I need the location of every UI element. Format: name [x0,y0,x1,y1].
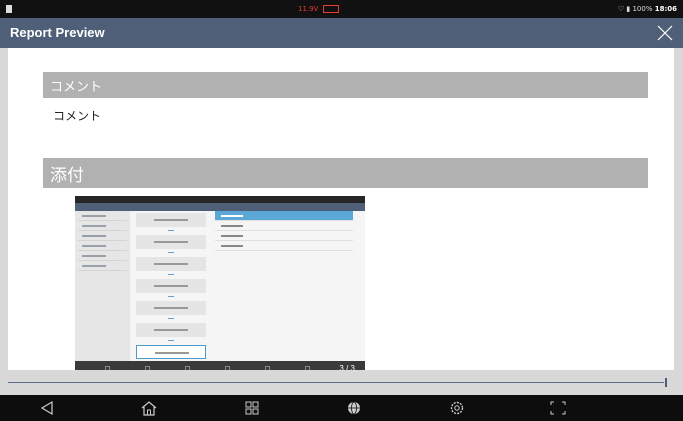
wifi-icon: ♡ [617,5,625,13]
voltage-text: 11.9V [298,5,319,13]
thumb-step-box [136,301,206,315]
system-nav-bar [0,395,683,421]
thumb-sidebar-item [78,221,127,231]
thumb-list-row [215,241,353,251]
notification-icon [6,5,12,13]
horizontal-scrollbar[interactable] [8,370,674,395]
car-battery-icon [322,5,339,13]
attachment-heading: 添付 [50,166,84,185]
battery-icon: ▮ [626,5,631,13]
voltage-indicator: 11.9V [298,4,339,14]
thumb-step-box [136,323,206,337]
thumb-down-arrow [136,227,206,233]
scrollbar-handle[interactable] [665,378,667,387]
close-icon[interactable] [655,23,675,43]
attachment-screenshot[interactable]: 3 / 3 [75,196,365,376]
thumb-list-row [215,231,353,241]
comment-text: コメント [53,109,102,123]
comment-heading: コメント [50,79,103,94]
thumb-list [215,211,365,361]
thumb-sidebar-item [78,231,127,241]
thumb-sidebar-item [78,261,127,271]
back-icon[interactable] [38,400,56,416]
thumb-step-box [136,279,206,293]
clock: 18:06 [654,5,677,13]
thumb-down-arrow [136,293,206,299]
thumb-list-row [215,221,353,231]
thumb-step-box [136,213,206,227]
thumb-sidebar-item [78,241,127,251]
title-bar: Report Preview [0,18,683,48]
thumb-status-bar [75,196,365,203]
globe-icon[interactable] [345,400,363,416]
home-icon[interactable] [140,400,158,416]
settings-icon[interactable] [448,400,466,416]
screenshot-icon[interactable] [549,400,567,416]
page-title: Report Preview [10,25,105,40]
thumb-down-arrow [136,337,206,343]
thumb-title-bar [75,203,365,211]
report-content[interactable]: コメント コメント 添付 3 / 3 [8,48,674,376]
thumb-down-arrow [136,271,206,277]
battery-level: 100% [632,5,653,13]
comment-section-header: コメント [43,72,648,98]
thumb-sidebar-item [78,211,127,221]
thumb-sidebar-item [78,251,127,261]
thumb-list-row-active [215,211,353,221]
scrollbar-track [8,382,664,383]
thumb-step-box [136,235,206,249]
recent-apps-icon[interactable] [243,400,261,416]
status-bar: 11.9V ♡ ▮ 100% 18:06 [0,0,683,18]
thumb-step-column [136,211,208,361]
thumb-sidebar [75,211,130,361]
thumb-down-arrow [136,249,206,255]
thumb-step-box-selected [136,345,206,359]
status-right: ♡ ▮ 100% 18:06 [618,4,677,14]
attachment-section-header: 添付 [43,158,648,188]
thumb-down-arrow [136,315,206,321]
thumb-step-box [136,257,206,271]
